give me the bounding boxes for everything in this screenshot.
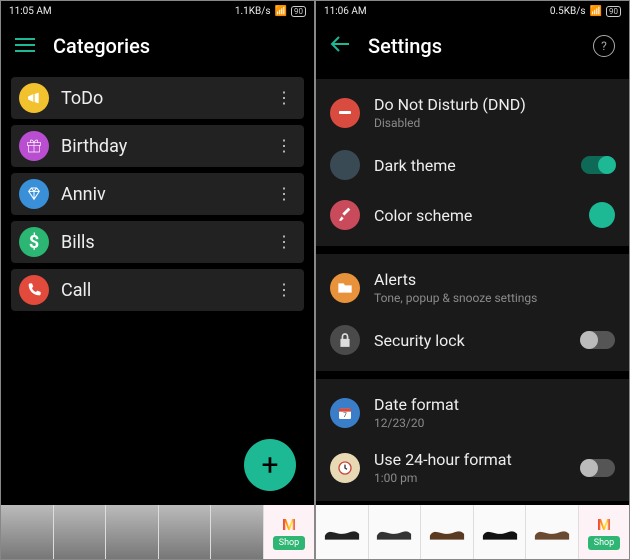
more-icon[interactable]: ⋮ [272,189,296,199]
category-label: Anniv [61,184,260,205]
ad-banner[interactable]: M Shop [316,505,629,559]
setting-title: Dark theme [374,156,567,175]
moon-icon [330,150,360,180]
category-label: Bills [61,232,260,253]
setting-subtitle: Tone, popup & snooze settings [374,291,615,305]
settings-section: 7 Date format 12/23/20 Use 24-hour forma… [316,379,629,501]
setting-dark-theme[interactable]: Dark theme [316,140,629,190]
ad-shop-cell[interactable]: M Shop [264,505,314,559]
brand-logo-icon: M [282,515,296,534]
setting-subtitle: Disabled [374,116,615,130]
brand-logo-icon: M [597,515,611,534]
diamond-icon [19,179,49,209]
status-time: 11:06 AM [324,6,367,17]
calendar-icon: 7 [330,398,360,428]
setting-title: Security lock [374,331,567,350]
category-item-todo[interactable]: ToDo ⋮ [11,77,304,119]
signal-icon: 📶 [590,6,602,17]
setting-title: Use 24-hour format [374,450,567,469]
category-item-anniv[interactable]: Anniv ⋮ [11,173,304,215]
dnd-icon [330,98,360,128]
gift-icon [19,131,49,161]
dollar-icon: $ [19,227,49,257]
setting-date-format[interactable]: 7 Date format 12/23/20 [316,385,629,440]
battery-icon: 90 [291,6,306,17]
ad-thumb [316,505,369,559]
setting-subtitle: 1:00 pm [374,471,567,485]
phone-categories: 11:05 AM 1.1KB/s 📶 90 Categories ToDo ⋮ [0,0,315,560]
megaphone-icon [19,83,49,113]
ad-thumb [159,505,212,559]
color-scheme-dot[interactable] [589,202,615,228]
ad-thumb [1,505,54,559]
status-bar: 11:05 AM 1.1KB/s 📶 90 [1,1,314,21]
more-icon[interactable]: ⋮ [272,285,296,295]
dark-theme-toggle[interactable] [581,156,615,174]
status-bar: 11:06 AM 0.5KB/s 📶 90 [316,1,629,21]
category-item-birthday[interactable]: Birthday ⋮ [11,125,304,167]
status-time: 11:05 AM [9,6,52,17]
more-icon[interactable]: ⋮ [272,237,296,247]
settings-section: Do Not Disturb (DND) Disabled Dark theme [316,79,629,246]
more-icon[interactable]: ⋮ [272,93,296,103]
add-category-fab[interactable]: + [244,439,296,491]
ad-shop-cell[interactable]: M Shop [579,505,629,559]
phone-icon [19,275,49,305]
back-icon[interactable] [330,36,350,56]
ad-thumb [474,505,527,559]
phone-settings: 11:06 AM 0.5KB/s 📶 90 Settings ? Do Not … [315,0,630,560]
help-icon[interactable]: ? [593,35,615,57]
settings-content: Do Not Disturb (DND) Disabled Dark theme [316,71,629,505]
svg-text:7: 7 [343,411,347,419]
more-icon[interactable]: ⋮ [272,141,296,151]
setting-title: Do Not Disturb (DND) [374,95,615,114]
brush-icon [330,200,360,230]
appbar: Categories [1,21,314,71]
shop-button[interactable]: Shop [588,536,621,550]
folder-icon [330,273,360,303]
clock-icon [330,453,360,483]
category-label: Call [61,280,260,301]
settings-section: Alerts Tone, popup & snooze settings Sec… [316,254,629,371]
battery-icon: 90 [606,6,621,17]
hamburger-icon[interactable] [15,37,35,56]
status-net: 0.5KB/s [550,6,586,17]
ad-thumb [526,505,579,559]
ad-thumb [211,505,264,559]
ad-thumb [421,505,474,559]
page-title: Settings [368,34,442,58]
category-item-call[interactable]: Call ⋮ [11,269,304,311]
setting-title: Alerts [374,270,615,289]
h24-toggle[interactable] [581,459,615,477]
lock-icon [330,325,360,355]
ad-thumb [54,505,107,559]
setting-title: Date format [374,395,615,414]
setting-alerts[interactable]: Alerts Tone, popup & snooze settings [316,260,629,315]
shop-button[interactable]: Shop [273,536,306,550]
ad-thumb [106,505,159,559]
setting-security-lock[interactable]: Security lock [316,315,629,365]
ad-banner[interactable]: M Shop [1,505,314,559]
categories-content: ToDo ⋮ Birthday ⋮ Anniv ⋮ $ Bills ⋮ [1,71,314,505]
security-lock-toggle[interactable] [581,331,615,349]
plus-icon: + [261,448,278,483]
setting-title: Color scheme [374,206,575,225]
setting-color-scheme[interactable]: Color scheme [316,190,629,240]
category-label: Birthday [61,136,260,157]
category-item-bills[interactable]: $ Bills ⋮ [11,221,304,263]
page-title: Categories [53,34,150,58]
appbar: Settings ? [316,21,629,71]
setting-24h-format[interactable]: Use 24-hour format 1:00 pm [316,440,629,495]
ad-thumb [369,505,422,559]
signal-icon: 📶 [275,6,287,17]
category-label: ToDo [61,88,260,109]
setting-subtitle: 12/23/20 [374,416,615,430]
status-net: 1.1KB/s [235,6,271,17]
setting-dnd[interactable]: Do Not Disturb (DND) Disabled [316,85,629,140]
